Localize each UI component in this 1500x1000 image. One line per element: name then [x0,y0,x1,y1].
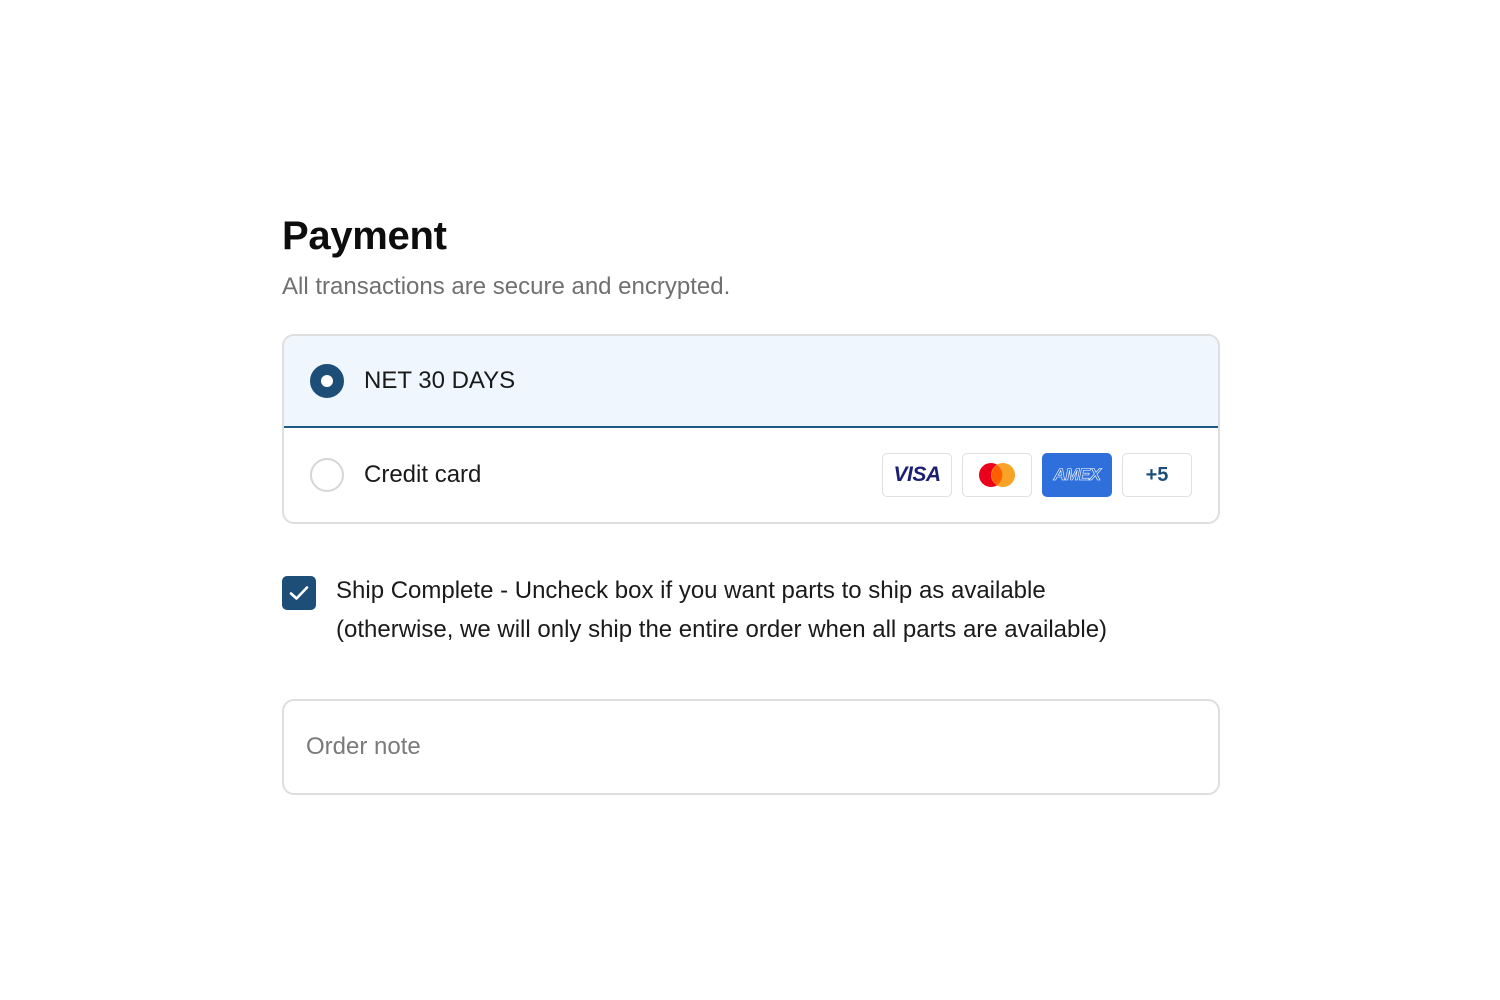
net30-label: NET 30 DAYS [364,367,516,394]
ship-complete-label-line1: Ship Complete - Uncheck box if you want … [336,577,1046,604]
more-cards-text: +5 [1145,463,1169,486]
payment-option-credit-card[interactable]: Credit card VISA AMEX +5 [284,428,1218,522]
payment-title: Payment [282,214,447,258]
ship-complete-row: Ship Complete - Uncheck box if you want … [282,574,1220,649]
amex-logo-text: AMEX [1053,465,1101,485]
visa-icon: VISA [882,453,952,497]
ship-complete-label-line2: (otherwise, we will only ship the entire… [336,616,1108,643]
checkmark-icon [289,586,309,600]
net30-radio[interactable] [310,364,344,398]
ship-complete-checkbox[interactable] [282,576,316,610]
payment-section: Payment All transactions are secure and … [282,212,1220,795]
credit-card-radio[interactable] [310,458,344,492]
payment-options: NET 30 DAYS Credit card VISA AMEX +5 [282,334,1220,524]
order-note-input[interactable] [304,732,1218,762]
payment-option-net30[interactable]: NET 30 DAYS [284,336,1218,428]
order-note-field[interactable] [282,699,1220,795]
card-icons: VISA AMEX +5 [882,453,1192,497]
more-cards-badge: +5 [1122,453,1192,497]
amex-icon: AMEX [1042,453,1112,497]
credit-card-label: Credit card [364,461,482,488]
mastercard-icon [962,453,1032,497]
visa-logo-text: VISA [893,463,941,486]
payment-subtitle: All transactions are secure and encrypte… [282,273,731,300]
mastercard-logo [979,463,1015,487]
ship-complete-label: Ship Complete - Uncheck box if you want … [336,571,1107,649]
